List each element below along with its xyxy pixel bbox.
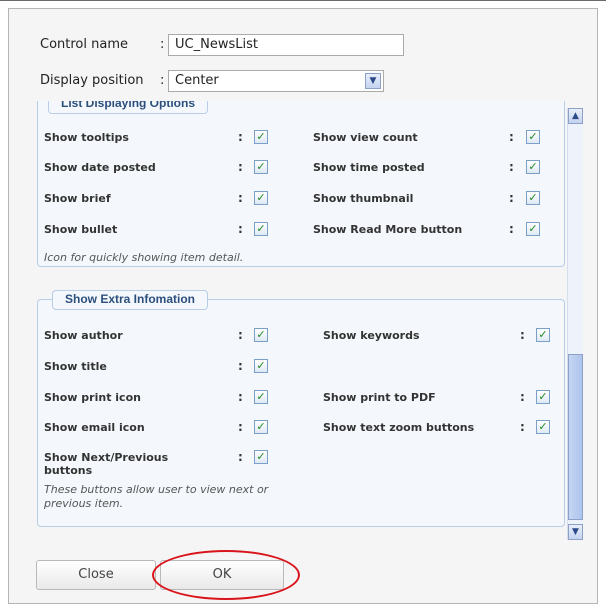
show-brief-checkbox[interactable]: ✓	[254, 191, 268, 205]
show-extra-information-legend: Show Extra Infomation	[52, 290, 209, 310]
option-label: Show date posted	[44, 161, 156, 174]
option-label: Show print icon	[44, 391, 141, 404]
control-name-label: Control name	[40, 37, 128, 52]
colon: :	[160, 37, 165, 52]
option-label: Show title	[44, 360, 107, 373]
options-scroll-area[interactable]: List Displaying Options Show tooltips : …	[30, 101, 583, 539]
option-label: Show thumbnail	[313, 192, 414, 205]
colon: :	[520, 420, 525, 434]
colon: :	[238, 420, 243, 434]
show-keywords-checkbox[interactable]: ✓	[536, 328, 550, 342]
show-next-previous-buttons-checkbox[interactable]: ✓	[254, 450, 268, 464]
colon: :	[238, 328, 243, 342]
show-text-zoom-buttons-checkbox[interactable]: ✓	[536, 420, 550, 434]
control-name-input[interactable]: UC_NewsList	[168, 34, 404, 56]
show-author-checkbox[interactable]: ✓	[254, 328, 268, 342]
colon: :	[238, 222, 243, 236]
display-position-label: Display position	[40, 73, 144, 88]
show-date-posted-checkbox[interactable]: ✓	[254, 160, 268, 174]
option-label: Show keywords	[323, 329, 420, 342]
show-print-to-pdf-checkbox[interactable]: ✓	[536, 390, 550, 404]
option-label: Show author	[44, 329, 123, 342]
extra-options-note: These buttons allow user to view next or…	[44, 483, 269, 510]
colon: :	[520, 390, 525, 404]
display-position-select[interactable]: Center ▼	[168, 70, 384, 92]
show-thumbnail-checkbox[interactable]: ✓	[526, 191, 540, 205]
list-displaying-options-group: List Displaying Options	[37, 101, 565, 267]
show-time-posted-checkbox[interactable]: ✓	[526, 160, 540, 174]
vertical-scrollbar[interactable]: ▲ ▼	[567, 108, 583, 540]
list-options-note: Icon for quickly showing item detail.	[44, 251, 244, 264]
colon: :	[509, 130, 514, 144]
show-view-count-checkbox[interactable]: ✓	[526, 130, 540, 144]
list-displaying-options-legend: List Displaying Options	[48, 101, 209, 114]
colon: :	[509, 191, 514, 205]
highlight-circle	[152, 550, 300, 600]
colon: :	[520, 328, 525, 342]
colon: :	[238, 359, 243, 373]
show-read-more-button-checkbox[interactable]: ✓	[526, 222, 540, 236]
show-tooltips-checkbox[interactable]: ✓	[254, 130, 268, 144]
option-label: Show print to PDF	[323, 391, 436, 404]
option-label: Show view count	[313, 131, 418, 144]
colon: :	[509, 160, 514, 174]
option-label: Show time posted	[313, 161, 425, 174]
option-label: Show bullet	[44, 223, 118, 236]
show-email-icon-checkbox[interactable]: ✓	[254, 420, 268, 434]
show-title-checkbox[interactable]: ✓	[254, 359, 268, 373]
close-button[interactable]: Close	[36, 560, 156, 590]
colon: :	[238, 160, 243, 174]
scroll-up-button[interactable]: ▲	[568, 108, 583, 124]
option-label: Show email icon	[44, 421, 145, 434]
scrollbar-thumb[interactable]	[568, 354, 583, 520]
colon: :	[160, 73, 165, 88]
colon: :	[238, 450, 243, 464]
show-bullet-checkbox[interactable]: ✓	[254, 222, 268, 236]
colon: :	[238, 191, 243, 205]
display-position-value: Center	[175, 73, 219, 88]
chevron-down-icon[interactable]: ▼	[365, 73, 381, 89]
colon: :	[238, 390, 243, 404]
option-label: Show text zoom buttons	[323, 421, 475, 434]
show-print-icon-checkbox[interactable]: ✓	[254, 390, 268, 404]
scroll-down-button[interactable]: ▼	[568, 524, 583, 540]
option-label: Show Next/Previous buttons	[44, 451, 169, 477]
option-label: Show Read More button	[313, 223, 463, 236]
option-label: Show tooltips	[44, 131, 129, 144]
option-label: Show brief	[44, 192, 111, 205]
colon: :	[238, 130, 243, 144]
colon: :	[509, 222, 514, 236]
